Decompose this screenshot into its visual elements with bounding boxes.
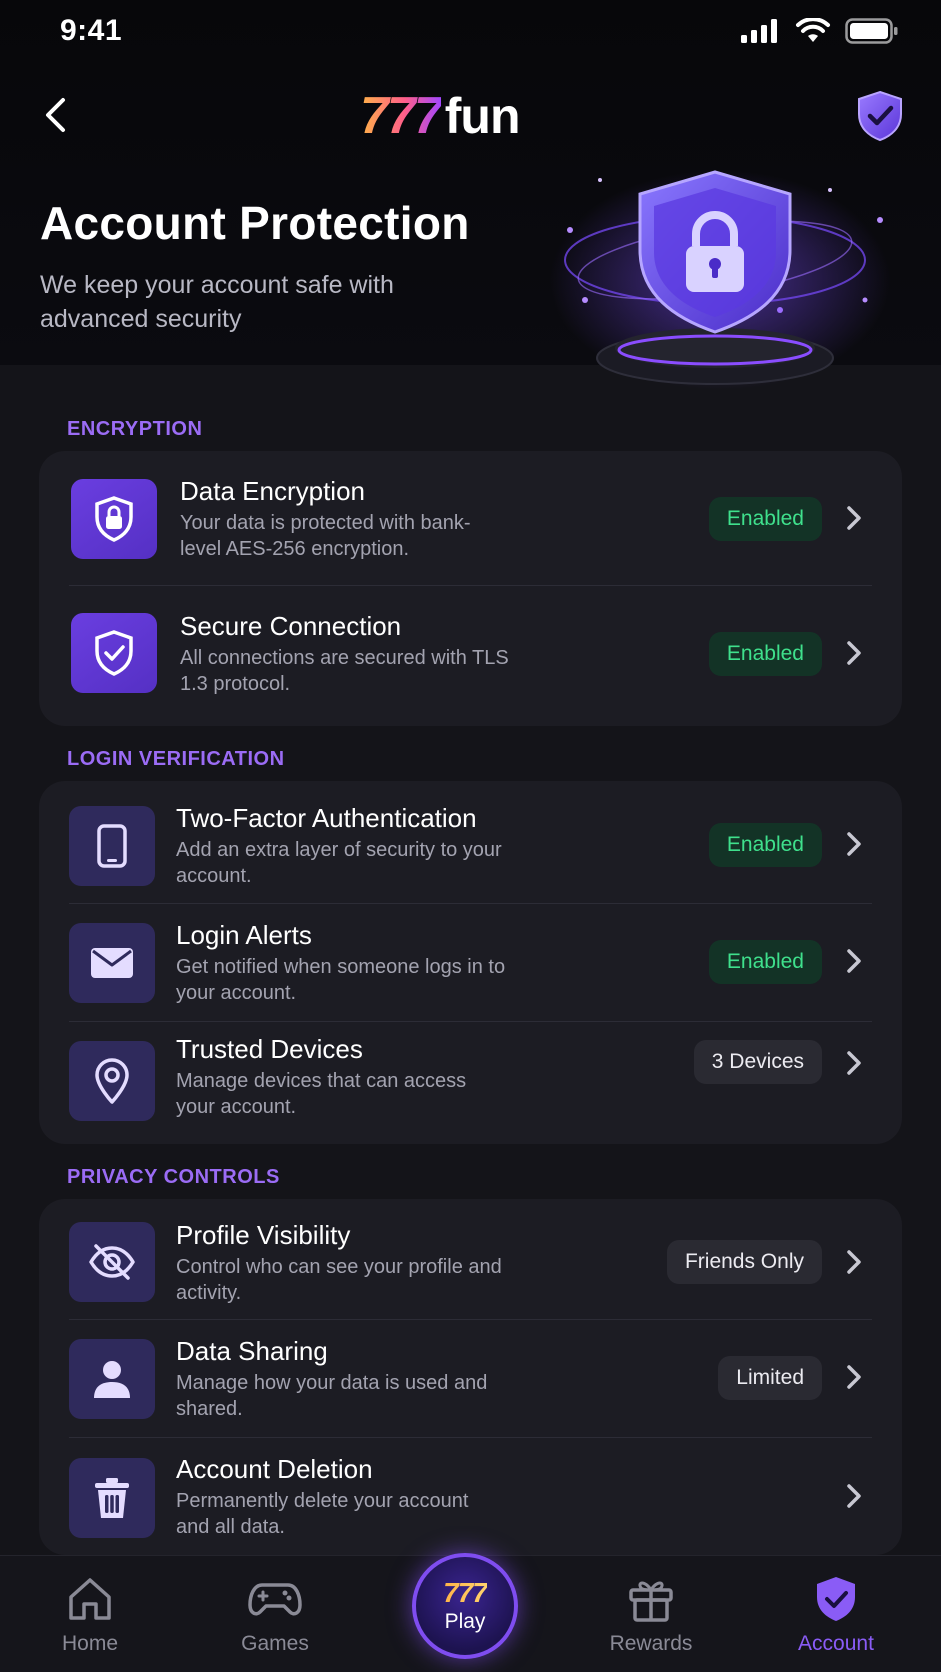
status-badge: Enabled — [708, 497, 822, 541]
security-shield-button[interactable] — [855, 90, 905, 142]
row-title: Profile Visibility — [176, 1220, 351, 1250]
row-data-sharing[interactable]: Data Sharing Manage how your data is use… — [39, 1320, 902, 1437]
row-title: Two-Factor Authentication — [176, 803, 477, 833]
row-description: Your data is protected with bank-level A… — [180, 512, 471, 560]
nav-account[interactable]: Account — [771, 1574, 901, 1656]
visibility-value-badge: Friends Only — [666, 1240, 822, 1284]
status-icons — [741, 18, 899, 44]
logo-word: fun — [444, 88, 521, 144]
nav-games[interactable]: Games — [210, 1574, 340, 1656]
battery-icon — [845, 18, 898, 44]
row-description: Get notified when someone logs in to you… — [176, 956, 506, 1004]
status-badge: Enabled — [708, 940, 822, 984]
nav-rewards-label: Rewards — [609, 1632, 693, 1655]
status-bar: 9:41 — [0, 0, 941, 64]
shield-check-icon — [817, 1577, 855, 1621]
chevron-right-icon — [847, 1051, 861, 1075]
shield-check-icon — [71, 613, 157, 693]
nav-games-label: Games — [241, 1632, 309, 1655]
page-title: Account Protection — [40, 197, 470, 249]
phone-icon — [69, 806, 155, 886]
wifi-icon — [796, 18, 830, 42]
chevron-right-icon — [847, 1250, 861, 1274]
row-title: Secure Connection — [180, 611, 402, 641]
section-label-encryption: ENCRYPTION — [67, 418, 203, 440]
gamepad-icon — [248, 1583, 302, 1616]
nav-rewards[interactable]: Rewards — [586, 1574, 716, 1656]
play-label: Play — [444, 1610, 486, 1633]
shield-lock-illustration — [550, 170, 890, 390]
encryption-card: Data Encryption Your data is protected w… — [39, 451, 902, 726]
row-description: Control who can see your profile and act… — [176, 1256, 502, 1304]
chevron-right-icon — [847, 949, 861, 973]
sharing-value-badge: Limited — [718, 1356, 822, 1400]
chevron-right-icon — [847, 1484, 861, 1508]
location-pin-icon — [69, 1041, 155, 1121]
row-description: Manage how your data is used and shared. — [176, 1372, 488, 1420]
row-trusted-devices[interactable]: Trusted Devices Manage devices that can … — [39, 1022, 902, 1144]
nav-home-label: Home — [61, 1632, 119, 1655]
lock-shield-icon — [71, 479, 157, 559]
row-description: Add an extra layer of security to your a… — [176, 839, 502, 887]
row-title: Data Sharing — [176, 1336, 328, 1366]
row-title: Account Deletion — [176, 1454, 373, 1484]
page-subtitle: We keep your account safe with advanced … — [40, 271, 394, 333]
row-profile-visibility[interactable]: Profile Visibility Control who can see y… — [39, 1199, 902, 1319]
row-secure-connection[interactable]: Secure Connection All connections are se… — [39, 586, 902, 726]
login-verification-card: Two-Factor Authentication Add an extra l… — [39, 781, 902, 1144]
shield-check-icon — [858, 90, 902, 142]
home-icon — [69, 1578, 111, 1620]
status-badge: Enabled — [708, 823, 822, 867]
row-title: Data Encryption — [180, 476, 365, 506]
play-logo-number: 777 — [443, 1577, 488, 1608]
section-label-login-verification: LOGIN VERIFICATION — [67, 748, 285, 770]
chevron-left-icon — [46, 98, 65, 132]
app-logo: 777 fun — [360, 86, 582, 146]
logo-number: 777 — [360, 87, 443, 145]
row-description: Permanently delete your account and all … — [176, 1490, 469, 1538]
signal-icon — [741, 19, 777, 43]
row-data-encryption[interactable]: Data Encryption Your data is protected w… — [39, 451, 902, 585]
row-description: All connections are secured with TLS 1.3… — [180, 647, 509, 695]
status-badge: Enabled — [708, 632, 822, 676]
trash-icon — [69, 1458, 155, 1538]
envelope-icon — [69, 923, 155, 1003]
status-time: 9:41 — [60, 14, 123, 47]
chevron-right-icon — [847, 1365, 861, 1389]
privacy-controls-card: Profile Visibility Control who can see y… — [39, 1199, 902, 1555]
row-login-alerts[interactable]: Login Alerts Get notified when someone l… — [39, 904, 902, 1021]
chevron-right-icon — [847, 506, 861, 530]
nav-home[interactable]: Home — [25, 1574, 155, 1656]
back-button[interactable] — [34, 90, 78, 140]
user-icon — [69, 1339, 155, 1419]
nav-account-label: Account — [798, 1632, 874, 1655]
play-button[interactable]: 777 Play — [412, 1553, 518, 1659]
section-label-privacy-controls: PRIVACY CONTROLS — [67, 1166, 280, 1188]
gift-icon — [629, 1581, 673, 1622]
eye-off-icon — [69, 1222, 155, 1302]
row-title: Trusted Devices — [176, 1034, 363, 1064]
device-count-badge: 3 Devices — [693, 1040, 822, 1084]
chevron-right-icon — [847, 832, 861, 856]
row-account-deletion[interactable]: Account Deletion Permanently delete your… — [39, 1438, 902, 1555]
row-title: Login Alerts — [176, 920, 312, 950]
chevron-right-icon — [847, 641, 861, 665]
row-two-factor-auth[interactable]: Two-Factor Authentication Add an extra l… — [39, 781, 902, 903]
row-description: Manage devices that can access your acco… — [176, 1070, 467, 1118]
